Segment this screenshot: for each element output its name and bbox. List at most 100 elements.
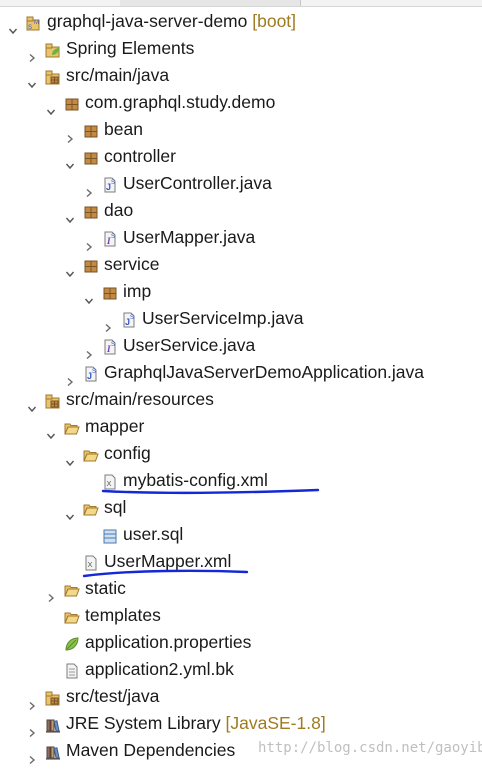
chevron-down-icon[interactable]: [8, 17, 18, 35]
java-interface-icon: IS: [101, 337, 119, 355]
text-file-icon: [63, 661, 81, 679]
tree-item-label: com.graphql.study.demo: [85, 89, 275, 116]
tree-item-src-test-java[interactable]: src/test/java: [0, 683, 482, 711]
tree-item-src-main-java[interactable]: src/main/java: [0, 62, 482, 89]
tree-item-text: GraphqlJavaServerDemoApplication.java: [104, 362, 425, 382]
chevron-right-icon[interactable]: [27, 44, 37, 63]
tree-item-config[interactable]: config: [0, 440, 482, 467]
tree-item-text: UserServiceImp.java: [142, 308, 304, 328]
tree-item-text: UserMapper.xml: [104, 551, 232, 571]
chevron-right-icon[interactable]: [27, 692, 37, 711]
tree-item-text: UserMapper.java: [123, 227, 256, 247]
editor-tab[interactable]: [210, 0, 301, 6]
chevron-down-icon[interactable]: [65, 260, 75, 278]
tree-item-text: application2.yml.bk: [85, 659, 234, 679]
chevron-right-icon[interactable]: [84, 341, 94, 360]
tree-item-application2-yml-bk[interactable]: application2.yml.bk: [0, 656, 482, 683]
tree-item-label: static: [85, 575, 126, 602]
chevron-down-icon[interactable]: [65, 206, 75, 224]
tree-item-usermapper-java[interactable]: I S UserMapper.java: [0, 224, 482, 252]
tree-item-userserviceimp-java[interactable]: J S UserServiceImp.java: [0, 305, 482, 333]
tree-item-text: mybatis-config.xml: [123, 470, 268, 490]
tree-item-text: graphql-java-server-demo: [47, 11, 248, 31]
xml-file-icon: X: [82, 553, 100, 571]
tree-item-bean[interactable]: bean: [0, 116, 482, 144]
tree-item-mapper[interactable]: mapper: [0, 413, 482, 440]
tree-item-user-sql[interactable]: user.sql: [0, 521, 482, 548]
chevron-down-icon[interactable]: [65, 449, 75, 467]
folder-open-icon: [82, 445, 100, 463]
tree-item-label: src/main/java: [66, 62, 169, 89]
java-interface-icon: IS: [101, 229, 119, 247]
chevron-right-icon[interactable]: [103, 314, 113, 333]
tree-item-src-main-resources[interactable]: src/main/resources: [0, 386, 482, 413]
java-file-icon: JS: [101, 175, 119, 193]
java-file-icon: JS: [82, 364, 100, 382]
tree-item-templates[interactable]: templates: [0, 602, 482, 629]
chevron-right-icon[interactable]: [84, 233, 94, 252]
chevron-right-icon[interactable]: [46, 584, 56, 603]
tree-item-controller[interactable]: controller: [0, 143, 482, 170]
tree-item-label: templates: [85, 602, 161, 629]
tree-item-label: application.properties: [85, 629, 251, 656]
tree-item-usermapper-xml[interactable]: X UserMapper.xml: [0, 548, 482, 575]
tree-item-text: config: [104, 443, 151, 463]
tree-item-label: src/main/resources: [66, 386, 214, 413]
tree-item-jre-system-library[interactable]: JRE System Library [JavaSE-1.8]: [0, 710, 482, 738]
folder-open-icon: [63, 418, 81, 436]
chevron-down-icon[interactable]: [27, 395, 37, 413]
java-file-icon: JS: [120, 310, 138, 328]
tree-item-label: imp: [123, 278, 151, 305]
chevron-down-icon[interactable]: [46, 98, 56, 116]
chevron-down-icon[interactable]: [65, 503, 75, 521]
tree-item-sql[interactable]: sql: [0, 494, 482, 521]
chevron-right-icon[interactable]: [65, 368, 75, 387]
svg-text:X: X: [107, 479, 112, 488]
tree-item-label: UserMapper.xml: [104, 548, 231, 575]
package-icon: [82, 202, 100, 220]
tree-item-label: mybatis-config.xml: [123, 467, 268, 494]
chevron-down-icon[interactable]: [65, 152, 75, 170]
chevron-right-icon[interactable]: [27, 719, 37, 738]
tree-item-com-graphql-study-demo[interactable]: com.graphql.study.demo: [0, 89, 482, 116]
chevron-right-icon[interactable]: [27, 746, 37, 765]
tree-item-mybatis-config-xml[interactable]: Xmybatis-config.xml: [0, 467, 482, 494]
tree-item-dao[interactable]: dao: [0, 197, 482, 224]
svg-text:S: S: [28, 25, 32, 31]
tree-item-usercontroller-java[interactable]: J S UserController.java: [0, 170, 482, 198]
tree-item-label: UserServiceImp.java: [142, 305, 303, 332]
tree-item-text: Maven Dependencies: [66, 740, 236, 760]
source-folder-icon: [44, 688, 62, 706]
chevron-down-icon[interactable]: [84, 287, 94, 305]
svg-text:S: S: [130, 315, 134, 321]
tree-item-label: sql: [104, 494, 126, 521]
editor-tab[interactable]: [120, 0, 211, 6]
tree-item-label: bean: [104, 116, 143, 143]
svg-text:M: M: [34, 20, 39, 26]
tree-item-label: service: [104, 251, 159, 278]
tree-item-text: dao: [104, 200, 134, 220]
tree-item-static[interactable]: static: [0, 575, 482, 603]
tree-item-decoration: [boot]: [247, 11, 297, 31]
tree-item-decoration: [JavaSE-1.8]: [220, 713, 326, 733]
tree-item-label: UserController.java: [123, 170, 272, 197]
tree-item-text: service: [104, 254, 160, 274]
package-icon: [101, 283, 119, 301]
tree-item-text: application.properties: [85, 632, 252, 652]
tree-item-graphql-java-server-demo[interactable]: M Sgraphql-java-server-demo [boot]: [0, 8, 482, 35]
tree-item-userservice-java[interactable]: I S UserService.java: [0, 332, 482, 360]
svg-text:S: S: [92, 369, 96, 375]
tree-item-label: GraphqlJavaServerDemoApplication.java: [104, 359, 424, 386]
tree-item-text: UserService.java: [123, 335, 256, 355]
tree-item-graphqljavaserverdemoapplication-java[interactable]: J S GraphqlJavaServerDemoApplication.java: [0, 359, 482, 387]
tree-item-spring-elements[interactable]: Spring Elements: [0, 35, 482, 63]
chevron-down-icon[interactable]: [27, 71, 37, 89]
tree-item-service[interactable]: service: [0, 251, 482, 278]
tree-item-text: bean: [104, 119, 143, 139]
tree-item-label: Spring Elements: [66, 35, 194, 62]
tree-item-imp[interactable]: imp: [0, 278, 482, 305]
chevron-down-icon[interactable]: [46, 422, 56, 440]
tree-item-application-properties[interactable]: application.properties: [0, 629, 482, 656]
chevron-right-icon[interactable]: [65, 125, 75, 144]
chevron-right-icon[interactable]: [84, 179, 94, 198]
